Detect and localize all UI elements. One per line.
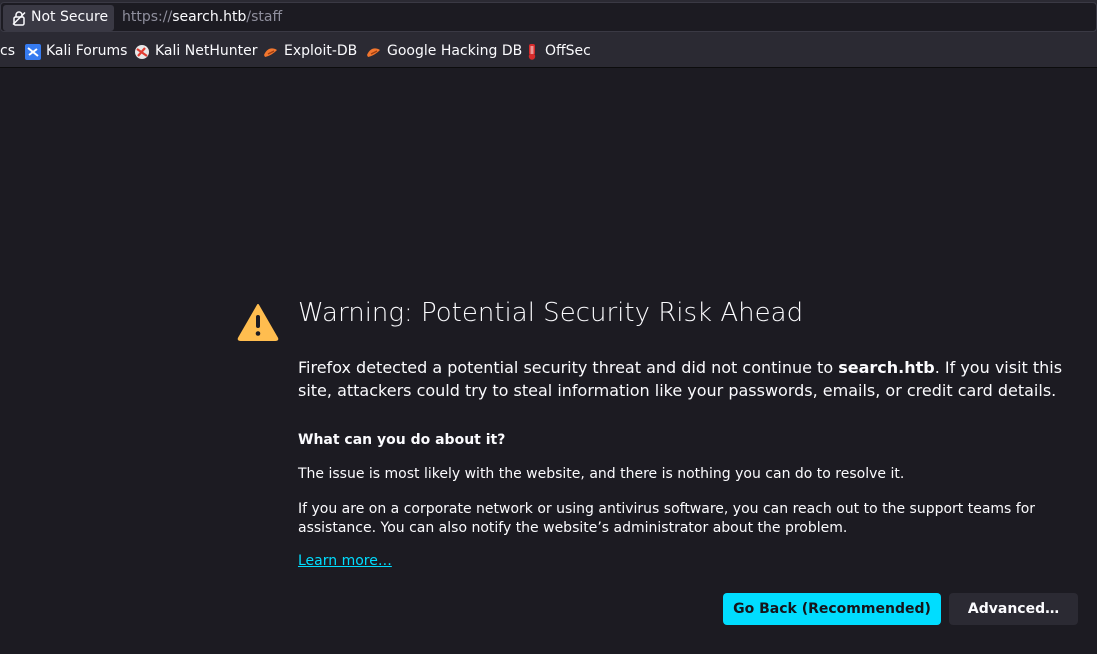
identity-box[interactable]: Not Secure: [3, 5, 114, 31]
url-path: /staff: [246, 9, 283, 25]
bookmark-label: cs: [0, 43, 15, 59]
kali-forums-icon: [25, 44, 41, 60]
page-title: Warning: Potential Security Risk Ahead: [298, 298, 804, 328]
bookmark-label: Kali Forums: [46, 43, 128, 59]
learn-more-link[interactable]: Learn more…: [298, 553, 392, 569]
bookmark-label: OffSec: [545, 43, 591, 59]
issue-paragraph: The issue is most likely with the websit…: [298, 466, 905, 482]
exploit-db-icon: [367, 48, 380, 57]
url-text[interactable]: https://search.htb/staff: [122, 9, 282, 25]
not-secure-label: Not Secure: [31, 9, 109, 25]
what-can-you-do-heading: What can you do about it?: [298, 432, 506, 448]
exploit-db-icon: [264, 48, 277, 57]
desc-text-before: Firefox detected a potential security th…: [298, 358, 839, 377]
bookmark-label: Google Hacking DB: [387, 43, 523, 59]
desc-host: search.htb: [838, 358, 935, 377]
bookmarks-toolbar: cs Kali Forums Kali NetHunter Exploit-DB…: [0, 34, 1097, 68]
url-bar[interactable]: Not Secure https://search.htb/staff: [0, 2, 1097, 32]
bookmark-label: Exploit-DB: [284, 43, 358, 59]
warning-icon: [237, 304, 279, 341]
url-bar-row: Not Secure https://search.htb/staff: [0, 0, 1097, 34]
advanced-button[interactable]: Advanced…: [949, 593, 1078, 625]
insecure-lock-icon: [12, 11, 26, 26]
go-back-button[interactable]: Go Back (Recommended): [723, 593, 941, 625]
url-scheme: https://: [122, 9, 173, 25]
kali-nethunter-icon: [135, 45, 149, 59]
offsec-icon: [528, 44, 536, 60]
corporate-network-paragraph: If you are on a corporate network or usi…: [298, 501, 1036, 536]
bookmark-label: Kali NetHunter: [155, 43, 258, 59]
error-page: Warning: Potential Security Risk Ahead F…: [0, 68, 1097, 654]
url-host: search.htb: [172, 9, 247, 25]
error-description: Firefox detected a potential security th…: [298, 356, 1068, 402]
